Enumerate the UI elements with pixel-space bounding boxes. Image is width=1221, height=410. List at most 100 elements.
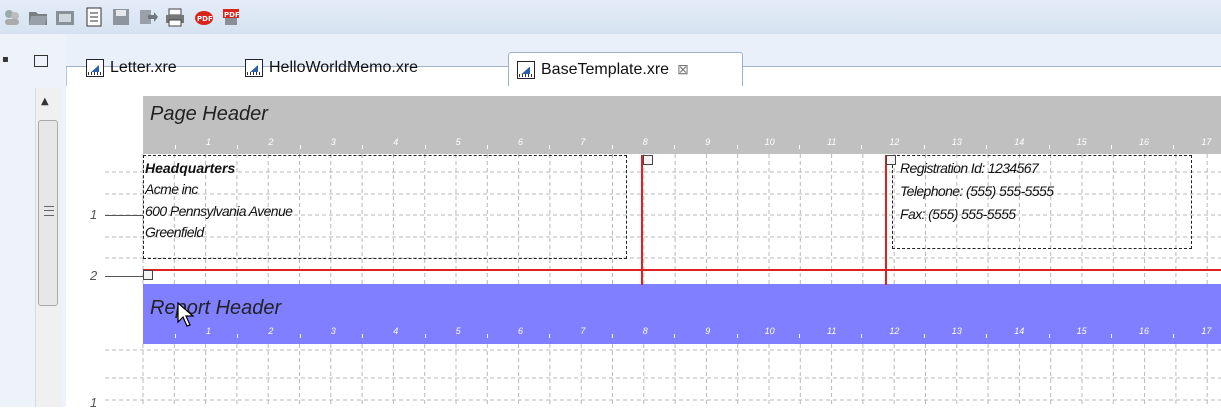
ruler-number: 9 <box>705 137 711 147</box>
ruler-tick <box>923 145 925 149</box>
ruler-number: 11 <box>827 326 837 336</box>
ruler-number: 12 <box>889 326 900 336</box>
ruler-number: 17 <box>1201 326 1212 336</box>
row-label: 1 <box>90 395 98 410</box>
ruler-tick <box>237 334 239 338</box>
ruler-number: 4 <box>393 326 399 336</box>
ruler-number: 10 <box>764 137 775 147</box>
pdf-settings-icon[interactable]: PDF <box>221 7 241 27</box>
contact-line: Telephone: (555) 555-5555 <box>900 183 1054 199</box>
view-menu-icon[interactable]: ▪ <box>2 54 9 65</box>
ruler-tick <box>175 145 176 149</box>
ruler-number: 10 <box>764 326 775 336</box>
tab-label: BaseTemplate.xre <box>541 60 670 78</box>
ruler-number: 11 <box>827 137 837 147</box>
ruler-tick <box>611 334 613 338</box>
pdf-export-icon[interactable]: PDF <box>194 7 214 27</box>
selection-handle[interactable] <box>643 155 653 165</box>
selection-handle[interactable] <box>143 270 153 280</box>
close-tab-icon[interactable]: ⊠ <box>677 61 689 78</box>
ruler-tick <box>674 334 676 338</box>
address-title: Headquarters <box>145 160 236 176</box>
ruler-tick <box>299 334 301 338</box>
row-label: 2 <box>90 268 98 283</box>
report-file-icon <box>245 59 263 77</box>
ruler-number: 1 <box>206 326 212 336</box>
image-folder-icon[interactable] <box>55 7 75 27</box>
ruler-number: 8 <box>642 326 648 336</box>
ruler-tick <box>487 145 488 149</box>
ruler-tick <box>299 145 301 149</box>
ruler-number: 9 <box>705 326 711 336</box>
ruler-number: 7 <box>580 137 586 147</box>
ruler-tick <box>1173 145 1175 149</box>
ruler-tick <box>674 145 676 149</box>
ruler-tick <box>424 334 426 338</box>
report-file-icon <box>86 59 104 77</box>
vertical-guide-line[interactable] <box>885 155 887 285</box>
ruler-tick <box>1048 334 1050 338</box>
ruler-tick <box>362 334 364 338</box>
ruler-number: 5 <box>455 326 461 336</box>
scroll-up-arrow-icon[interactable]: ▲ <box>41 96 49 107</box>
tab-base-template[interactable]: BaseTemplate.xre ⊠ <box>508 52 743 86</box>
tab-label: Letter.xre <box>110 59 177 76</box>
ruler-tick <box>424 145 426 149</box>
report-header-band[interactable] <box>143 284 1221 344</box>
print-icon[interactable] <box>165 7 185 27</box>
ruler-number: 7 <box>580 326 586 336</box>
ruler-tick <box>986 145 988 149</box>
ruler-tick <box>1111 334 1112 338</box>
report-header-title: Report Header <box>150 297 282 319</box>
ruler-tick <box>986 334 988 338</box>
tab-hello-world-memo[interactable]: HelloWorldMemo.xre <box>243 52 483 84</box>
ruler-number: 4 <box>393 137 399 147</box>
ruler-tick <box>549 145 551 149</box>
ruler-number: 2 <box>268 137 274 147</box>
row-tick <box>105 215 143 216</box>
ruler-tick <box>923 334 925 338</box>
mouse-pointer-icon <box>177 301 197 332</box>
page-header-band[interactable] <box>143 96 1221 154</box>
ruler-tick <box>549 334 551 338</box>
ruler-number: 15 <box>1076 137 1087 147</box>
ruler-number: 12 <box>889 137 900 147</box>
users-icon[interactable] <box>2 7 22 27</box>
export-icon[interactable] <box>138 7 158 27</box>
vertical-guide-line[interactable] <box>641 155 643 285</box>
ruler-tick <box>1111 145 1112 149</box>
tab-label: HelloWorldMemo.xre <box>269 59 419 76</box>
ruler-tick <box>362 145 364 149</box>
open-folder-icon[interactable] <box>28 7 48 27</box>
restore-icon[interactable] <box>34 55 48 67</box>
ruler-tick <box>861 145 863 149</box>
ruler-tick <box>799 145 800 149</box>
ruler-number: 6 <box>518 326 524 336</box>
address-line: 600 Pennsylvania Avenue <box>145 203 293 219</box>
ruler-tick <box>861 334 863 338</box>
ruler-tick <box>736 145 738 149</box>
horizontal-guide-line[interactable] <box>143 269 1221 271</box>
ruler-number: 16 <box>1139 137 1150 147</box>
row-tick <box>105 276 143 277</box>
ruler-number: 2 <box>268 326 274 336</box>
svg-text:PDF: PDF <box>197 15 213 23</box>
ruler-tick <box>487 334 488 338</box>
ruler-number: 14 <box>1014 137 1025 147</box>
document-icon[interactable] <box>84 7 104 27</box>
selection-handle[interactable] <box>886 155 896 165</box>
report-file-icon <box>517 60 535 79</box>
ruler-number: 13 <box>951 326 962 336</box>
ruler-tick <box>799 334 800 338</box>
ruler-number: 13 <box>951 137 962 147</box>
ruler-number: 16 <box>1139 326 1150 336</box>
svg-text:PDF: PDF <box>224 11 240 19</box>
address-line: Greenfield <box>145 224 204 240</box>
ruler-tick <box>1048 145 1050 149</box>
ruler-number: 17 <box>1201 137 1212 147</box>
save-icon[interactable] <box>111 7 131 27</box>
ruler-tick <box>1173 334 1175 338</box>
address-line: Acme inc <box>145 181 198 197</box>
tab-letter[interactable]: Letter.xre <box>84 52 224 84</box>
contact-line: Registration Id: 1234567 <box>900 160 1039 176</box>
